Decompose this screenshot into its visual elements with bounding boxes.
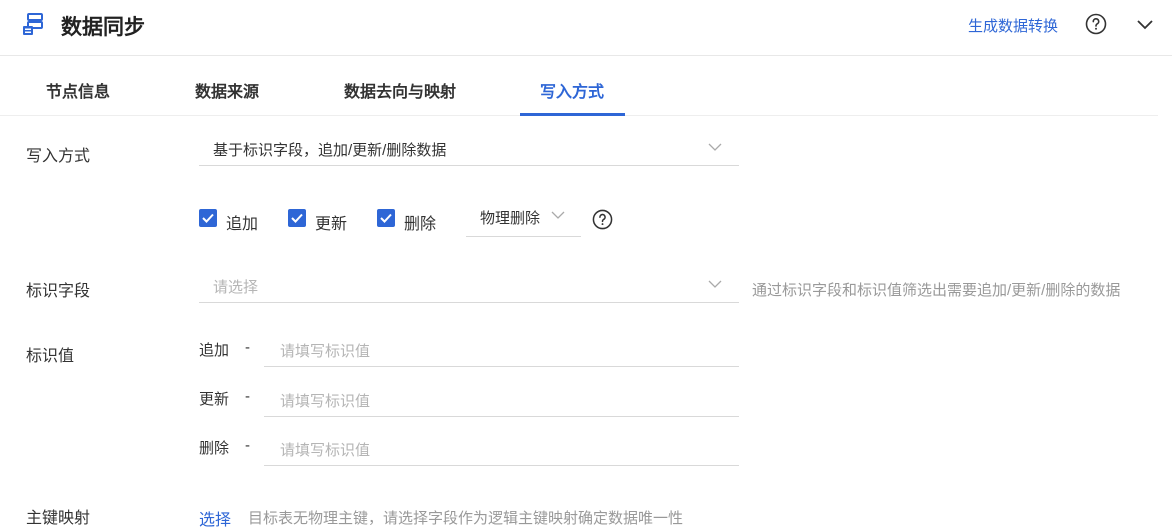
data-sync-panel: 数据同步 生成数据转换 节点信息 数据来源 数据去向与映射 写入方式 写入方式 …: [0, 0, 1172, 531]
delete-checkbox-label: 删除: [404, 216, 437, 233]
checkbox-checked-icon: [199, 209, 217, 227]
id-field-placeholder: 请选择: [213, 279, 259, 296]
chevron-down-icon[interactable]: [1135, 15, 1155, 33]
tab-bar: 节点信息 数据来源 数据去向与映射 写入方式: [0, 56, 1158, 116]
id-value-update-label: 更新: [199, 391, 230, 408]
id-value-delete-dash: -: [245, 437, 250, 454]
id-value-label: 标识值: [26, 348, 75, 365]
data-sync-icon: [23, 13, 43, 35]
question-circle-icon[interactable]: [592, 209, 613, 230]
pk-mapping-select-link[interactable]: 选择: [199, 506, 231, 530]
pk-mapping-label: 主键映射: [26, 510, 91, 527]
tab-data-destination-mapping[interactable]: 数据去向与映射: [344, 78, 456, 102]
checkbox-checked-icon: [288, 209, 306, 227]
update-checkbox-label: 更新: [315, 216, 348, 233]
tab-node-info[interactable]: 节点信息: [46, 78, 110, 102]
tab-data-source[interactable]: 数据来源: [195, 78, 259, 102]
checkbox-checked-icon: [377, 209, 395, 227]
write-mode-select[interactable]: 基于标识字段，追加/更新/删除数据: [199, 131, 739, 166]
panel-header: 数据同步 生成数据转换: [0, 0, 1172, 56]
id-value-update-dash: -: [245, 388, 250, 405]
add-checkbox-label: 追加: [226, 216, 259, 233]
id-field-label: 标识字段: [26, 283, 91, 300]
question-circle-icon[interactable]: [1085, 13, 1107, 35]
active-tab-indicator: [520, 113, 625, 116]
id-value-delete-label: 删除: [199, 440, 230, 457]
chevron-down-icon: [708, 280, 722, 288]
chevron-down-icon: [708, 143, 722, 151]
chevron-down-icon: [551, 211, 565, 219]
delete-mode-select[interactable]: 物理删除: [466, 202, 581, 237]
write-mode-value: 基于标识字段，追加/更新/删除数据: [213, 142, 447, 159]
delete-mode-value: 物理删除: [480, 210, 541, 227]
write-mode-label: 写入方式: [26, 148, 91, 165]
id-value-add-input[interactable]: [264, 332, 739, 367]
tab-write-mode[interactable]: 写入方式: [540, 78, 604, 102]
id-value-add-label: 追加: [199, 342, 230, 359]
id-value-add-dash: -: [245, 339, 250, 356]
generate-transform-link[interactable]: 生成数据转换: [968, 15, 1058, 36]
id-value-delete-input[interactable]: [264, 431, 739, 466]
id-value-update-input[interactable]: [264, 382, 739, 417]
pk-mapping-hint: 目标表无物理主键，请选择字段作为逻辑主键映射确定数据唯一性: [248, 510, 684, 527]
page-title: 数据同步: [61, 16, 145, 39]
id-field-select[interactable]: 请选择: [199, 268, 739, 303]
id-field-hint: 通过标识字段和标识值筛选出需要追加/更新/删除的数据: [752, 282, 1121, 299]
